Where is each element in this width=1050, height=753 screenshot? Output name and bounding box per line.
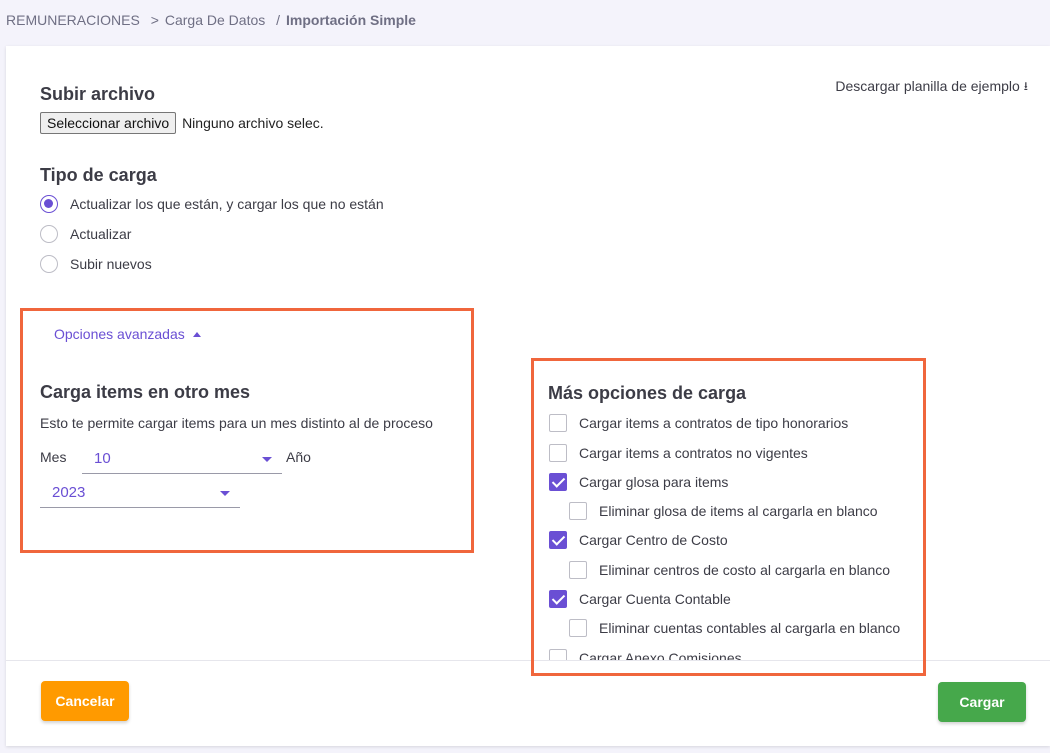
breadcrumb: REMUNERACIONES > Carga De Datos / Importac…	[0, 0, 1050, 46]
annotation-box-more-options	[531, 358, 926, 676]
breadcrumb-separator: /	[276, 12, 281, 28]
radio-upload-new[interactable]: Subir nuevos	[40, 254, 152, 274]
radio-label: Actualizar	[70, 226, 132, 242]
breadcrumb-root[interactable]: REMUNERACIONES	[6, 12, 140, 28]
radio-button[interactable]	[40, 225, 58, 243]
load-type-title: Tipo de carga	[40, 165, 157, 185]
breadcrumb-section[interactable]: Carga De Datos	[165, 12, 265, 28]
download-template-label: Descargar planilla de ejemplo	[835, 78, 1020, 94]
load-button[interactable]: Cargar	[938, 682, 1026, 722]
import-card: Descargar planilla de ejemplo ⭳ Subir arc…	[6, 46, 1050, 746]
choose-file-button[interactable]: Seleccionar archivo	[40, 112, 177, 134]
file-upload: Seleccionar archivo Ninguno archivo sele…	[40, 112, 324, 134]
radio-update-and-load[interactable]: Actualizar los que están, y cargar los q…	[40, 194, 384, 214]
annotation-box-advanced	[20, 308, 474, 553]
radio-button[interactable]	[40, 255, 58, 273]
file-status: Ninguno archivo selec.	[182, 115, 324, 131]
breadcrumb-current: Importación Simple	[286, 12, 416, 28]
download-icon: ⭳	[1023, 79, 1028, 93]
radio-label: Actualizar los que están, y cargar los q…	[70, 196, 384, 212]
radio-label: Subir nuevos	[70, 256, 152, 272]
download-template-link[interactable]: Descargar planilla de ejemplo ⭳	[835, 77, 1028, 98]
cancel-button[interactable]: Cancelar	[41, 681, 129, 721]
radio-update[interactable]: Actualizar	[40, 224, 131, 244]
radio-button[interactable]	[40, 195, 58, 213]
breadcrumb-separator: >	[150, 12, 159, 28]
upload-title: Subir archivo	[40, 84, 156, 104]
